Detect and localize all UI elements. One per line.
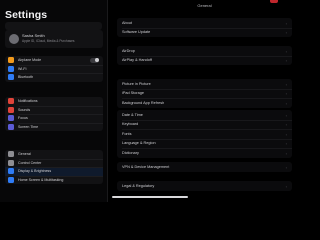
- detail-row-label: Fonts: [122, 131, 132, 136]
- sidebar-group-connectivity: Airplane Mode Wi-Fi Bluetooth: [5, 56, 103, 82]
- wifi-icon: [8, 65, 14, 72]
- detail-group-about: About › Software Update ›: [117, 18, 292, 37]
- profile-card[interactable]: Sasha Smith Apple ID, iCloud, Media & Pu…: [5, 30, 103, 48]
- sidebar-item-display-brightness[interactable]: Display & Brightness: [5, 167, 103, 176]
- detail-row-label: Background App Refresh: [122, 100, 165, 105]
- detail-group-legal: Legal & Regulatory ›: [117, 181, 292, 191]
- detail-row-airdrop[interactable]: AirDrop ›: [117, 46, 292, 56]
- detail-row-vpn-device-management[interactable]: VPN & Device Management ›: [117, 162, 292, 172]
- detail-row-software-update[interactable]: Software Update ›: [117, 27, 292, 38]
- hourglass-icon: [8, 123, 14, 130]
- detail-group-storage: Picture in Picture › iPad Storage › Back…: [117, 79, 292, 108]
- settings-screen: Settings Sasha Smith Apple ID, iCloud, M…: [0, 0, 300, 202]
- detail-row-picture-in-picture[interactable]: Picture in Picture ›: [117, 79, 292, 89]
- sidebar-item-screen-time[interactable]: Screen Time: [5, 122, 103, 132]
- sidebar-item-label: Airplane Mode: [18, 58, 42, 63]
- detail-row-dictionary[interactable]: Dictionary ›: [117, 148, 292, 158]
- switches-icon: [8, 159, 14, 166]
- detail-row-label: Language & Region: [122, 141, 156, 146]
- detail-group-vpn: VPN & Device Management ›: [117, 162, 292, 172]
- chevron-right-icon: ›: [285, 91, 287, 96]
- sidebar-item-general[interactable]: General: [5, 150, 103, 159]
- chevron-right-icon: ›: [285, 131, 287, 137]
- detail-row-ipad-storage[interactable]: iPad Storage ›: [117, 88, 292, 99]
- detail-pane: General About › Software Update › AirDro…: [109, 0, 300, 202]
- detail-row-label: Keyboard: [122, 122, 139, 127]
- sidebar-item-wifi[interactable]: Wi-Fi: [5, 64, 103, 74]
- detail-row-label: Dictionary: [122, 150, 139, 155]
- sidebar-item-label: Bluetooth: [18, 75, 34, 80]
- sidebar-item-home-screen[interactable]: Home Screen & Multitasking: [5, 175, 103, 185]
- detail-row-label: AirDrop: [122, 48, 135, 53]
- detail-row-keyboard[interactable]: Keyboard ›: [117, 119, 292, 130]
- chevron-right-icon: ›: [285, 81, 287, 87]
- sidebar-item-label: Wi-Fi: [18, 66, 27, 71]
- detail-group-language: Date & Time › Keyboard › Fonts › Languag…: [117, 110, 292, 158]
- sidebar-item-control-center[interactable]: Control Center: [5, 158, 103, 168]
- home-indicator[interactable]: [112, 196, 188, 198]
- profile-subtitle: Apple ID, iCloud, Media & Purchases: [22, 39, 75, 43]
- speaker-icon: [8, 106, 14, 113]
- sidebar-item-focus[interactable]: Focus: [5, 114, 103, 123]
- bell-icon: [8, 98, 14, 105]
- sidebar-group-notifications: Notifications Sounds Focus Screen Time: [5, 97, 103, 131]
- detail-row-label: Date & Time: [122, 112, 143, 117]
- nav-action-indicator: [270, 0, 278, 3]
- profile-name: Sasha Smith: [22, 33, 45, 38]
- sidebar-item-label: Focus: [18, 116, 28, 121]
- brightness-icon: [8, 168, 14, 175]
- detail-row-fonts[interactable]: Fonts ›: [117, 129, 292, 139]
- detail-row-label: iPad Storage: [122, 91, 144, 96]
- chevron-right-icon: ›: [285, 100, 287, 106]
- chevron-right-icon: ›: [285, 141, 287, 146]
- airplane-mode-toggle[interactable]: [90, 57, 99, 63]
- search-field[interactable]: [5, 22, 102, 30]
- airplane-icon: [8, 57, 14, 64]
- chevron-right-icon: ›: [285, 48, 287, 54]
- detail-row-label: About: [122, 20, 132, 25]
- chevron-right-icon: ›: [285, 20, 287, 26]
- detail-row-label: Legal & Regulatory: [122, 183, 155, 188]
- sidebar-item-label: Home Screen & Multitasking: [18, 177, 64, 182]
- detail-row-date-time[interactable]: Date & Time ›: [117, 110, 292, 120]
- detail-row-background-app-refresh[interactable]: Background App Refresh ›: [117, 98, 292, 108]
- chevron-right-icon: ›: [285, 58, 287, 63]
- chevron-right-icon: ›: [285, 150, 287, 156]
- grid-icon: [8, 176, 14, 183]
- sidebar-item-label: Screen Time: [18, 124, 39, 129]
- sidebar-group-general: General Control Center Display & Brightn…: [5, 150, 103, 184]
- detail-row-airplay-handoff[interactable]: AirPlay & Handoff ›: [117, 55, 292, 66]
- chevron-right-icon: ›: [285, 122, 287, 127]
- sidebar-item-label: Sounds: [18, 107, 31, 112]
- sidebar-item-label: Display & Brightness: [18, 169, 52, 174]
- detail-row-legal-regulatory[interactable]: Legal & Regulatory ›: [117, 181, 292, 191]
- detail-row-label: AirPlay & Handoff: [122, 58, 152, 63]
- chevron-right-icon: ›: [285, 112, 287, 118]
- sidebar-item-sounds[interactable]: Sounds: [5, 105, 103, 115]
- avatar: [9, 34, 19, 44]
- sidebar-item-label: Notifications: [18, 99, 38, 104]
- detail-row-label: Software Update: [122, 30, 151, 35]
- sidebar-item-notifications[interactable]: Notifications: [5, 97, 103, 106]
- sidebar-title: Settings: [5, 9, 48, 21]
- detail-group-airdrop: AirDrop › AirPlay & Handoff ›: [117, 46, 292, 65]
- sidebar-item-bluetooth[interactable]: Bluetooth: [5, 73, 103, 82]
- sidebar: Settings Sasha Smith Apple ID, iCloud, M…: [0, 0, 108, 202]
- chevron-right-icon: ›: [285, 183, 287, 189]
- detail-row-language-region[interactable]: Language & Region ›: [117, 138, 292, 149]
- chevron-right-icon: ›: [285, 30, 287, 35]
- moon-icon: [8, 115, 14, 122]
- bluetooth-icon: [8, 74, 14, 81]
- gear-icon: [8, 151, 14, 158]
- detail-row-about[interactable]: About ›: [117, 18, 292, 28]
- sidebar-item-label: Control Center: [18, 160, 42, 165]
- sidebar-item-label: General: [18, 152, 31, 157]
- detail-row-label: VPN & Device Management: [122, 164, 170, 169]
- nav-title: General: [197, 3, 212, 8]
- sidebar-item-airplane-mode[interactable]: Airplane Mode: [5, 56, 103, 65]
- detail-row-label: Picture in Picture: [122, 81, 151, 86]
- chevron-right-icon: ›: [285, 164, 287, 170]
